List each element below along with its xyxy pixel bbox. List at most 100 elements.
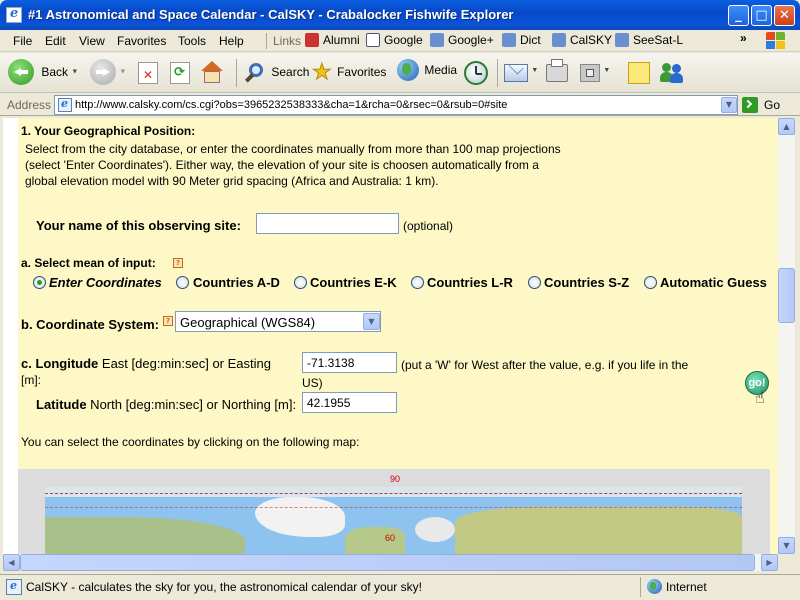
map-gridline bbox=[45, 493, 742, 494]
refresh-button[interactable]: ⟳ bbox=[170, 59, 194, 87]
radio-label-countries-a-d[interactable]: Countries A-D bbox=[193, 275, 280, 290]
chevron-down-icon[interactable]: ▼ bbox=[363, 313, 380, 330]
menu-favorites[interactable]: Favorites bbox=[117, 34, 166, 48]
google-icon bbox=[366, 33, 380, 47]
latitude-value: 42.1955 bbox=[307, 396, 351, 410]
page-icon bbox=[502, 33, 516, 47]
longitude-label: c. Longitude East [deg:min:sec] or Easti… bbox=[21, 356, 271, 371]
print-button[interactable] bbox=[546, 59, 572, 87]
ie-logo-icon bbox=[6, 6, 22, 23]
optional-note: (optional) bbox=[403, 219, 454, 233]
dropdown-arrow-icon: ▼ bbox=[119, 68, 127, 76]
home-icon bbox=[200, 61, 224, 85]
scroll-up-button[interactable]: ▲ bbox=[778, 118, 795, 135]
stop-button[interactable]: ✕ bbox=[138, 59, 162, 87]
minimize-button[interactable]: _ bbox=[728, 5, 749, 26]
history-button[interactable] bbox=[464, 59, 492, 87]
longitude-input[interactable]: -71.3138 bbox=[302, 352, 397, 373]
radio-countries-l-r[interactable] bbox=[411, 276, 424, 289]
forward-arrow-icon bbox=[90, 59, 116, 85]
map-landmass bbox=[345, 527, 405, 554]
scroll-right-button[interactable]: ▶ bbox=[761, 554, 778, 571]
link-calsky[interactable]: CalSKY bbox=[552, 33, 612, 47]
radio-automatic-guess[interactable] bbox=[644, 276, 657, 289]
menu-tools[interactable]: Tools bbox=[178, 34, 206, 48]
scroll-down-button[interactable]: ▼ bbox=[778, 537, 795, 554]
toolbar: Back ▼ ▼ ✕ ⟳ Search ★ Favorites Media ▼ … bbox=[0, 53, 800, 93]
horizontal-scrollbar[interactable]: ◀ ▶ bbox=[3, 554, 778, 571]
radio-label-countries-l-r[interactable]: Countries L-R bbox=[427, 275, 513, 290]
title-bar[interactable]: #1 Astronomical and Space Calendar - Cal… bbox=[0, 0, 800, 30]
scroll-thumb[interactable] bbox=[20, 554, 755, 571]
home-button[interactable] bbox=[200, 59, 228, 87]
links-more-chevron[interactable]: » bbox=[740, 31, 747, 45]
security-zone: Internet bbox=[666, 580, 707, 594]
menu-file[interactable]: File bbox=[13, 34, 32, 48]
help-icon[interactable]: ? bbox=[173, 258, 183, 268]
close-button[interactable]: ✕ bbox=[774, 5, 795, 26]
discuss-button[interactable] bbox=[628, 59, 654, 87]
messenger-button[interactable] bbox=[660, 59, 688, 87]
mail-button[interactable]: ▼ bbox=[504, 59, 540, 87]
toolbar-separator bbox=[236, 59, 237, 87]
world-map[interactable]: 60 bbox=[45, 487, 742, 554]
map-north-america bbox=[45, 517, 245, 554]
link-alumni[interactable]: Alumni bbox=[305, 33, 360, 47]
star-icon: ★ bbox=[312, 59, 333, 85]
hand-cursor-icon: ☝ bbox=[755, 388, 765, 407]
scroll-left-button[interactable]: ◀ bbox=[3, 554, 20, 571]
site-name-label: Your name of this observing site: bbox=[36, 218, 241, 233]
alumni-icon bbox=[305, 33, 319, 47]
radio-countries-s-z[interactable] bbox=[528, 276, 541, 289]
scroll-corner bbox=[778, 554, 795, 571]
radio-countries-a-d[interactable] bbox=[176, 276, 189, 289]
menu-edit[interactable]: Edit bbox=[45, 34, 66, 48]
menu-view[interactable]: View bbox=[79, 34, 105, 48]
latitude-label: Latitude North [deg:min:sec] or Northing… bbox=[36, 397, 297, 412]
back-arrow-icon bbox=[8, 59, 34, 85]
coord-system-value: Geographical (WGS84) bbox=[180, 315, 316, 330]
vertical-scrollbar[interactable]: ▲ ▼ bbox=[778, 118, 795, 554]
messenger-people-icon bbox=[660, 61, 684, 85]
intro-line-3: global elevation model with 90 Meter gri… bbox=[25, 174, 439, 188]
mean-of-input-label: a. Select mean of input: bbox=[21, 256, 156, 270]
radio-label-automatic-guess[interactable]: Automatic Guess bbox=[660, 275, 767, 290]
intro-line-2: (select 'Enter Coordinates'). Either way… bbox=[25, 158, 539, 172]
latitude-input[interactable]: 42.1955 bbox=[302, 392, 397, 413]
link-dict[interactable]: Dict bbox=[502, 33, 541, 47]
search-icon bbox=[244, 62, 266, 84]
printer-icon bbox=[546, 59, 568, 82]
dropdown-arrow-icon: ▼ bbox=[71, 68, 79, 76]
go-button[interactable]: Go bbox=[742, 96, 792, 114]
address-dropdown-button[interactable]: ▼ bbox=[721, 97, 737, 113]
forward-button[interactable]: ▼ bbox=[90, 59, 132, 87]
back-button[interactable]: Back ▼ bbox=[8, 59, 78, 87]
coord-system-select[interactable]: Geographical (WGS84) ▼ bbox=[175, 311, 381, 332]
map-gridline bbox=[45, 507, 742, 508]
search-button[interactable]: Search bbox=[244, 59, 309, 87]
favorites-button[interactable]: ★ Favorites bbox=[312, 59, 390, 87]
site-name-input[interactable] bbox=[256, 213, 399, 234]
address-input[interactable]: e http://www.calsky.com/cs.cgi?obs=39652… bbox=[54, 95, 738, 115]
status-separator bbox=[640, 577, 641, 597]
menu-help[interactable]: Help bbox=[219, 34, 244, 48]
radio-label-enter-coordinates[interactable]: Enter Coordinates bbox=[49, 275, 162, 290]
link-google[interactable]: Google bbox=[366, 33, 423, 47]
radio-label-countries-s-z[interactable]: Countries S-Z bbox=[544, 275, 629, 290]
radio-countries-e-k[interactable] bbox=[294, 276, 307, 289]
link-google-plus[interactable]: Google+ bbox=[430, 33, 494, 47]
radio-label-countries-e-k[interactable]: Countries E-K bbox=[310, 275, 397, 290]
toolbar-separator bbox=[497, 59, 498, 87]
edit-button[interactable]: ▼ bbox=[580, 59, 620, 87]
maximize-button[interactable]: □ bbox=[751, 5, 772, 26]
dropdown-arrow-icon: ▼ bbox=[603, 67, 611, 74]
status-text: CalSKY - calculates the sky for you, the… bbox=[26, 580, 422, 594]
address-bar: Address e http://www.calsky.com/cs.cgi?o… bbox=[0, 94, 800, 116]
help-icon[interactable]: ? bbox=[163, 316, 173, 326]
radio-enter-coordinates[interactable] bbox=[33, 276, 46, 289]
media-button[interactable]: Media bbox=[397, 59, 457, 87]
scroll-thumb[interactable] bbox=[778, 268, 795, 323]
link-seesat[interactable]: SeeSat-L bbox=[615, 33, 683, 47]
go-arrow-icon bbox=[742, 97, 758, 113]
windows-flag-icon bbox=[766, 32, 786, 50]
